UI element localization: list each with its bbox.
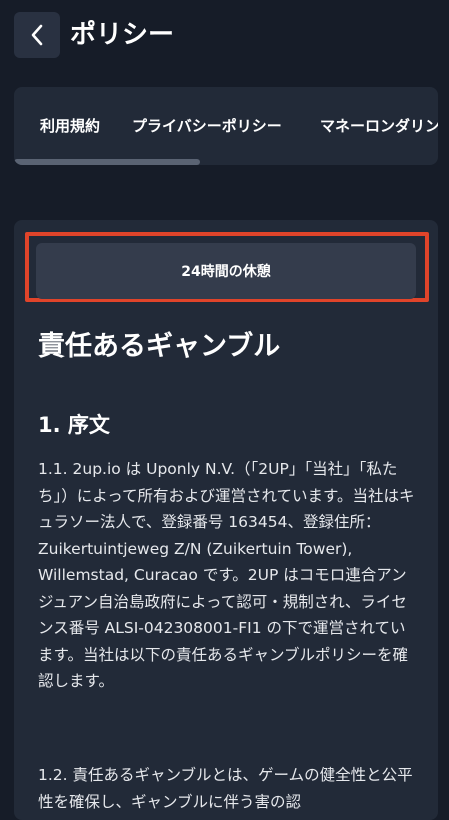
tab-anti-money-laundering[interactable]: マネーロンダリン: [320, 115, 438, 137]
policy-tabs: 利用規約 プライバシーポリシー マネーロンダリン: [14, 87, 438, 165]
paragraph: 1.1. 2up.io は Uponly N.V.（「2UP」「当社」「私たち」…: [38, 460, 415, 690]
policy-heading: 責任あるギャンブル: [38, 331, 281, 362]
page-title: ポリシー: [70, 20, 175, 50]
tabs-scrollbar-thumb[interactable]: [14, 159, 200, 165]
section-title: 1. 序文: [38, 413, 110, 437]
paragraph: 1.2. 責任あるギャンブルとは、ゲームの健全性と公平性を確保し、ギャンブルに伴…: [38, 766, 413, 811]
take-break-button[interactable]: 24時間の休憩: [36, 243, 416, 299]
policy-content: 24時間の休憩 責任あるギャンブル 1. 序文 1.1. 2up.io は Up…: [14, 220, 438, 820]
header: ポリシー: [0, 0, 449, 72]
tabs-scrollbar[interactable]: [14, 159, 438, 165]
back-button[interactable]: [14, 12, 60, 58]
tab-terms[interactable]: 利用規約: [40, 115, 100, 137]
tab-privacy-policy[interactable]: プライバシーポリシー: [132, 115, 282, 137]
chevron-left-icon: [31, 24, 43, 46]
